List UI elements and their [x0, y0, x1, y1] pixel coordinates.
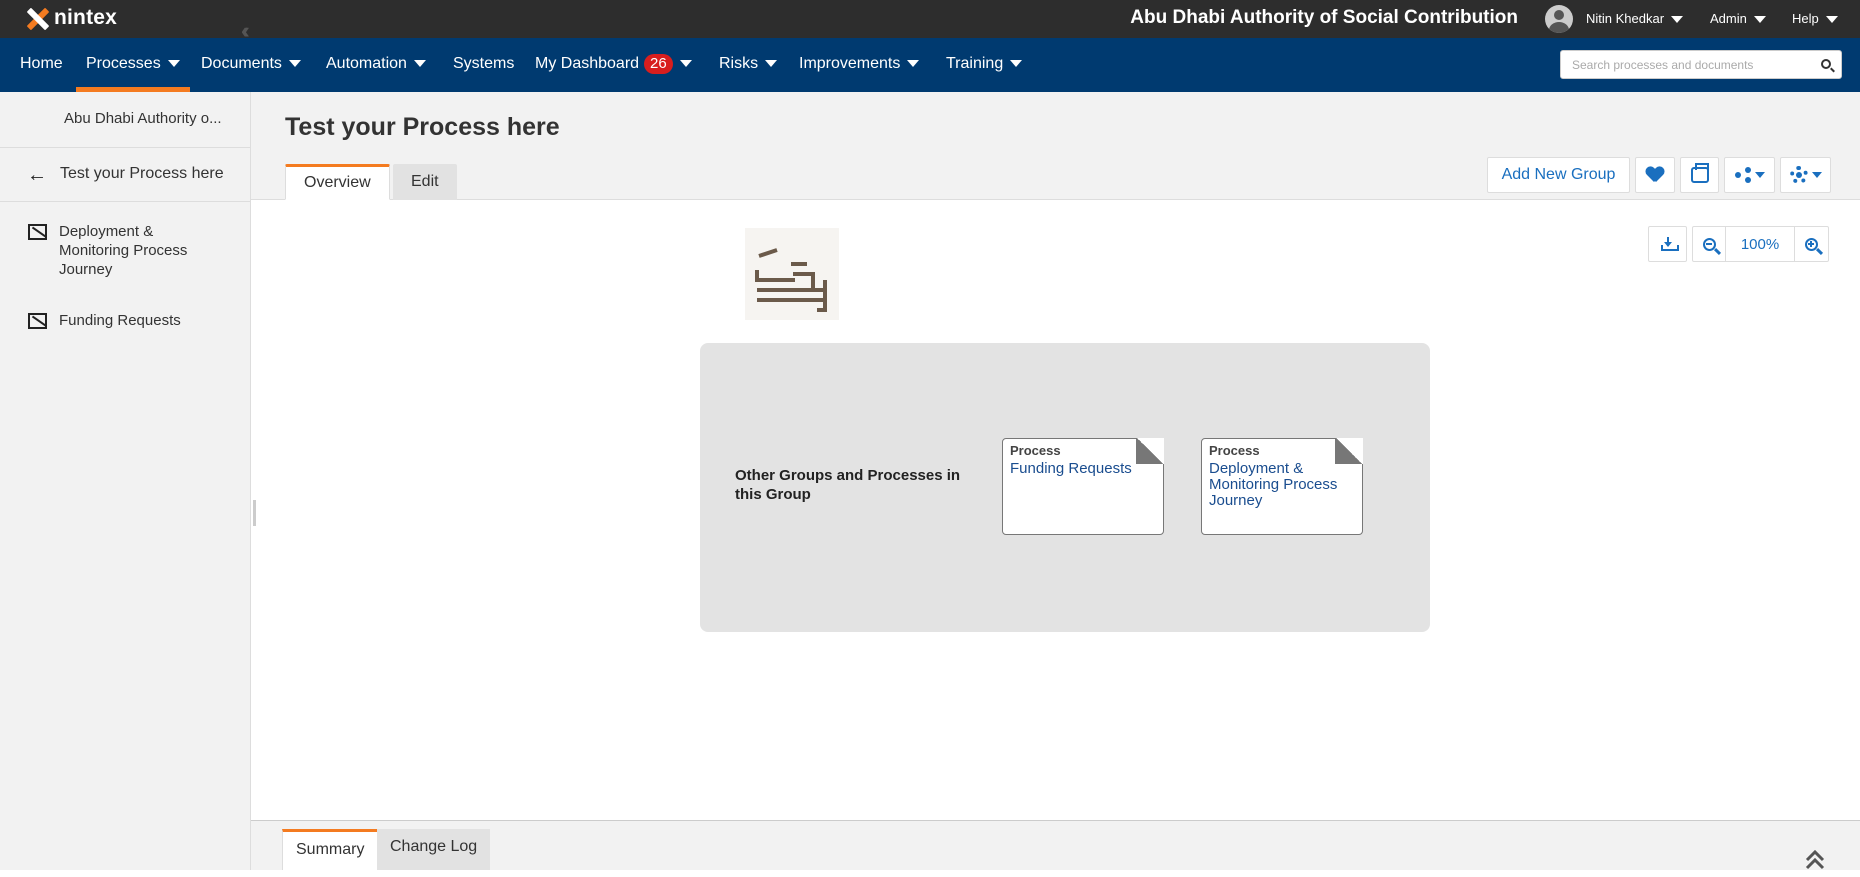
share-button[interactable]	[1724, 157, 1775, 193]
process-name-link[interactable]: Deployment & Monitoring Process Journey	[1209, 461, 1351, 509]
nintex-logo[interactable]: nintex	[26, 6, 117, 30]
process-type-label: Process	[1209, 443, 1260, 458]
nav-risks-label: Risks	[719, 55, 759, 72]
admin-label: Admin	[1710, 11, 1747, 26]
download-icon	[1660, 237, 1679, 251]
process-type-label: Process	[1010, 443, 1061, 458]
scroll-to-top-icon[interactable]	[1800, 846, 1830, 876]
help-dropdown[interactable]: Help	[1792, 11, 1838, 26]
nav-home[interactable]: Home	[20, 38, 63, 92]
chevron-down-icon	[679, 60, 692, 68]
tab-overview[interactable]: Overview	[285, 164, 390, 200]
top-bar: nintex Abu Dhabi Authority of Social Con…	[0, 0, 1860, 38]
add-new-group-button[interactable]: Add New Group	[1487, 157, 1630, 193]
chevron-down-icon	[1811, 172, 1822, 178]
sidebar-item-deployment-monitoring[interactable]: Deployment & Monitoring Process Journey	[28, 222, 209, 279]
admin-dropdown[interactable]: Admin	[1710, 11, 1766, 26]
favorite-button[interactable]	[1635, 157, 1675, 193]
tab-summary[interactable]: Summary	[282, 829, 379, 870]
nav-systems[interactable]: Systems	[453, 38, 514, 92]
user-name: Nitin Khedkar	[1586, 11, 1665, 26]
search-input[interactable]	[1561, 51, 1801, 78]
nav-training-label: Training	[946, 55, 1004, 72]
chevron-down-icon	[167, 60, 180, 68]
chevron-down-icon	[765, 60, 778, 68]
nav-home-label: Home	[20, 55, 63, 72]
sidebar-header-title[interactable]: Abu Dhabi Authority o...	[64, 110, 222, 127]
tab-change-log[interactable]: Change Log	[377, 829, 491, 870]
search-box	[1560, 50, 1842, 79]
nav-training[interactable]: Training	[946, 38, 1023, 92]
main-navigation: Home Processes Documents Automation Syst…	[0, 38, 1860, 92]
avatar-icon	[1545, 5, 1573, 33]
zoom-in-icon	[1805, 237, 1818, 251]
process-name-link[interactable]: Funding Requests	[1010, 461, 1152, 477]
help-label: Help	[1792, 11, 1819, 26]
organization-logo-image	[745, 228, 839, 320]
user-name-dropdown[interactable]: Nitin Khedkar	[1586, 11, 1684, 26]
chevron-down-icon	[1671, 16, 1684, 24]
nav-my-dashboard[interactable]: My Dashboard 26	[535, 38, 692, 92]
zoom-level: 100%	[1725, 226, 1795, 262]
nav-documents-label: Documents	[201, 55, 282, 72]
nav-dashboard-label: My Dashboard	[535, 55, 640, 72]
nav-automation[interactable]: Automation	[326, 38, 426, 92]
sidebar: Abu Dhabi Authority o... ← Test your Pro…	[0, 92, 251, 870]
nav-systems-label: Systems	[453, 55, 515, 72]
sidebar-item-label: Funding Requests	[59, 312, 181, 329]
nav-processes[interactable]: Processes	[76, 38, 190, 92]
user-menu[interactable]	[1545, 5, 1573, 33]
organization-title: Abu Dhabi Authority of Social Contributi…	[1130, 7, 1518, 28]
zoom-out-icon	[1702, 237, 1716, 251]
printer-icon	[1690, 163, 1709, 183]
collapse-sidebar-icon[interactable]: ‹‹	[241, 18, 249, 44]
zoom-in-button[interactable]	[1794, 226, 1829, 262]
chevron-down-icon	[1754, 172, 1765, 178]
arrow-left-icon: ←	[27, 164, 47, 186]
process-card-funding-requests[interactable]: Process Funding Requests	[1002, 438, 1164, 535]
share-icon	[1734, 167, 1751, 183]
nav-improvements[interactable]: Improvements	[799, 38, 920, 92]
brand-name: nintex	[54, 6, 118, 29]
zoom-out-button[interactable]	[1692, 226, 1726, 262]
search-icon[interactable]	[1821, 59, 1831, 69]
sidebar-header: Abu Dhabi Authority o...	[0, 92, 250, 148]
process-map-icon	[28, 224, 47, 240]
nav-improvements-label: Improvements	[799, 55, 901, 72]
process-map-icon	[28, 313, 47, 329]
settings-button[interactable]	[1780, 157, 1831, 193]
resize-handle[interactable]	[253, 500, 256, 526]
chevron-down-icon	[288, 60, 301, 68]
nintex-x-icon	[26, 7, 48, 29]
tab-edit[interactable]: Edit	[393, 164, 457, 200]
chevron-down-icon	[1753, 16, 1766, 24]
process-card-deployment-monitoring[interactable]: Process Deployment & Monitoring Process …	[1201, 438, 1363, 535]
nav-automation-label: Automation	[326, 55, 407, 72]
chevron-down-icon	[1825, 16, 1838, 24]
sidebar-item-label: Deployment & Monitoring Process Journey	[59, 223, 188, 278]
notification-badge: 26	[644, 54, 673, 74]
sidebar-back-link[interactable]: ← Test your Process here	[0, 148, 250, 202]
page-title: Test your Process here	[285, 113, 560, 141]
download-button[interactable]	[1648, 226, 1687, 262]
group-label: Other Groups and Processes in this Group	[735, 467, 961, 503]
heart-icon	[1646, 167, 1664, 183]
chevron-down-icon	[413, 60, 426, 68]
chevron-down-icon	[907, 60, 920, 68]
sidebar-back-label: Test your Process here	[60, 165, 224, 182]
chevron-down-icon	[1010, 60, 1023, 68]
gear-icon	[1789, 166, 1808, 184]
nav-documents[interactable]: Documents	[201, 38, 301, 92]
bottom-panel	[251, 820, 1860, 870]
sidebar-item-funding-requests[interactable]: Funding Requests	[28, 311, 181, 330]
nav-risks[interactable]: Risks	[719, 38, 778, 92]
nav-processes-label: Processes	[86, 55, 161, 72]
print-button[interactable]	[1680, 157, 1719, 193]
